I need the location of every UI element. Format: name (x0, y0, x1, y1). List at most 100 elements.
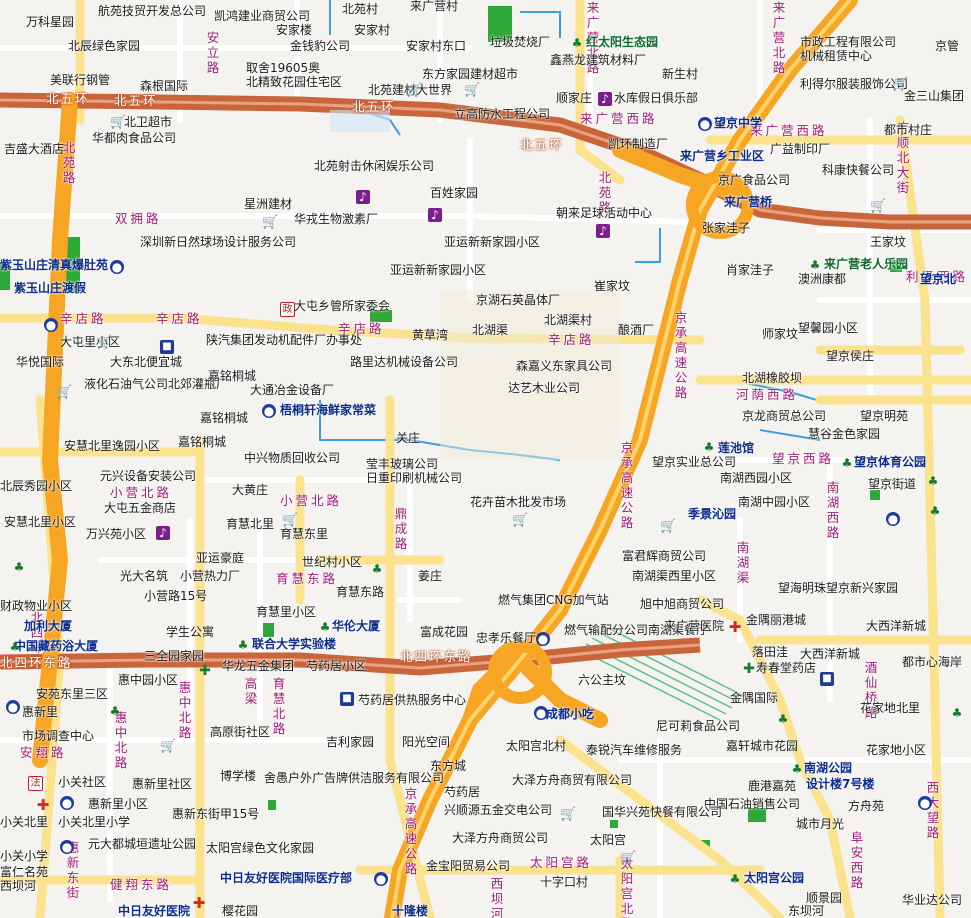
map-label[interactable]: 樱花园 (222, 905, 258, 918)
map-label[interactable]: 达艺木业公司 (508, 382, 580, 395)
hospital-icon[interactable]: ✚ (728, 620, 742, 635)
map-label[interactable]: 设计楼7号楼 (806, 778, 874, 791)
subway-icon[interactable]: ● (60, 840, 74, 854)
map-label[interactable]: 嘉铭桐城 (200, 412, 248, 425)
map-label[interactable]: 阳光空间 (402, 736, 450, 749)
map-label[interactable]: 城市月光 (796, 818, 844, 831)
park-icon[interactable]: ♣ (840, 456, 854, 470)
subway-icon[interactable]: ● (6, 700, 20, 714)
map-label[interactable]: 华戎生物激素厂 (294, 213, 378, 226)
map-label[interactable]: 酿酒厂 (618, 324, 654, 337)
subway-icon[interactable]: ● (262, 404, 276, 418)
music-icon[interactable]: ♪ (428, 208, 442, 222)
map-label[interactable]: 望馨园小区 (798, 322, 858, 335)
map-label[interactable]: 北湖橡胶坝 (742, 372, 802, 385)
park-icon[interactable]: ♣ (8, 640, 22, 654)
map-label[interactable]: 关庄 (396, 432, 420, 445)
hospital-icon[interactable]: ✚ (36, 798, 50, 813)
map-label[interactable]: 莲池馆 (718, 442, 754, 455)
pharmacy-icon[interactable]: ✚ (742, 662, 756, 676)
building-icon[interactable]: ■ (820, 672, 834, 686)
map-label[interactable]: 来广营村 (410, 0, 458, 13)
map-label[interactable]: 光大名筑 (120, 570, 168, 583)
map-label[interactable]: 惠新里社区 (132, 778, 192, 791)
map-label[interactable]: 张家洼子 (702, 222, 750, 235)
subway-icon[interactable]: ● (60, 796, 74, 810)
map-label[interactable]: 小营热力厂 (180, 570, 240, 583)
map-label[interactable]: 北卫超市 (124, 116, 172, 129)
map-label[interactable]: 惠新东街甲15号 (172, 808, 259, 821)
shop-icon[interactable]: 🛒 (892, 78, 908, 92)
park-icon[interactable]: ♣ (370, 562, 384, 576)
map-label[interactable]: 芍药居小区 (306, 660, 366, 673)
map-label[interactable]: 路里达机械设备公司 (350, 356, 458, 369)
park-icon[interactable]: ♣ (790, 762, 804, 776)
map-label[interactable]: 都市村庄 (884, 124, 932, 137)
map-label[interactable]: 成都小吃 (546, 708, 594, 721)
shop-icon[interactable]: 🛒 (160, 740, 176, 754)
map-label[interactable]: 尼可莉食品公司 (656, 720, 740, 733)
map-label[interactable]: 来广营桥 (724, 196, 772, 209)
map-label[interactable]: 凯鸿建业商贸公司 (214, 10, 310, 23)
map-label[interactable]: 亚运豪庭 (196, 552, 244, 565)
map-label[interactable]: 南湖中园小区 (738, 496, 810, 509)
map-label[interactable]: 安苑东里三区 (36, 688, 108, 701)
map-label[interactable]: 来广营老人乐园 (824, 258, 908, 271)
map-label[interactable]: 学生公寓 (166, 626, 214, 639)
map-label[interactable]: 新生村 (662, 68, 698, 81)
park-icon[interactable]: ♣ (950, 706, 964, 720)
map-label[interactable]: 芍药居供热服务中心 (358, 694, 466, 707)
map-label[interactable]: 花家地小区 (866, 744, 926, 757)
shop-icon[interactable]: 🛒 (620, 852, 636, 866)
map-label[interactable]: 万科星园 (26, 16, 74, 29)
shop-icon[interactable]: 🛒 (870, 200, 886, 214)
map-label[interactable]: 舍愚户外广告牌供洁服务有限公司 (264, 772, 444, 785)
map-label[interactable]: 小关小学 (0, 850, 48, 863)
map-label[interactable]: 望京实业总公司 (652, 456, 736, 469)
map-label[interactable]: 京龙商贸总公司 (742, 410, 826, 423)
map-label[interactable]: 金三山集团 (904, 90, 964, 103)
map-label[interactable]: 六公主坟 (578, 674, 626, 687)
music-icon[interactable]: ♪ (356, 190, 370, 204)
map-label[interactable]: 鑫燕龙建筑材料厂 (550, 54, 646, 67)
map-label[interactable]: 华业达公司 (902, 894, 962, 907)
map-label[interactable]: 京广食品公司 (718, 174, 790, 187)
map-label[interactable]: 北苑村 (342, 3, 378, 16)
hospital-icon[interactable]: ✚ (192, 896, 206, 911)
map-label[interactable]: 北精致花园住宅区 (246, 76, 342, 89)
map-label[interactable]: 嘉轩城市花园 (726, 740, 798, 753)
map-label[interactable]: 大屯乡管所家委会 (294, 300, 390, 313)
map-label[interactable]: 液化石油气公司北郊灌瓶厂 (84, 378, 228, 391)
map-label[interactable]: 惠新里小区 (88, 798, 148, 811)
map-label[interactable]: 亚运新新家园小区 (390, 264, 486, 277)
map-label[interactable]: 华伦大厦 (332, 620, 380, 633)
shop-icon[interactable]: 🛒 (560, 808, 576, 822)
map-label[interactable]: 立高防水工程公司 (454, 108, 550, 121)
map-label[interactable]: 育慧东路 (336, 586, 384, 599)
map-label[interactable]: 航苑技贸开发总公司 (98, 5, 206, 18)
shop-icon[interactable]: 🛒 (96, 336, 112, 350)
map-label[interactable]: 望京明苑 (860, 410, 908, 423)
building-icon[interactable]: ■ (340, 692, 354, 706)
map-label[interactable]: 中兴物质回收公司 (244, 452, 340, 465)
map-label[interactable]: 十字口村 (540, 876, 588, 889)
map-label[interactable]: 南湖西园小区 (720, 472, 792, 485)
music-icon[interactable]: ♪ (596, 224, 610, 238)
map-label[interactable]: 京湖石英晶体厂 (476, 294, 560, 307)
map-label[interactable]: 嘉铭桐城 (178, 436, 226, 449)
map-label[interactable]: 星洲建材 (244, 198, 292, 211)
map-label[interactable]: 吉利家园 (326, 736, 374, 749)
map-label[interactable]: 黄草湾 (412, 329, 448, 342)
map-label[interactable]: 落田洼 (752, 646, 788, 659)
map-label[interactable]: 望京中学 (714, 117, 762, 130)
map-label[interactable]: 东坝河 (788, 905, 824, 918)
map-label[interactable]: 都市心海岸 (902, 656, 962, 669)
map-label[interactable]: 金宝阳贸易公司 (426, 860, 510, 873)
map-label[interactable]: 红太阳生态园 (586, 36, 658, 49)
map-label[interactable]: 加利大厦 (24, 620, 72, 633)
map-label[interactable]: 三全园家园 (144, 650, 204, 663)
park-icon[interactable]: ♣ (12, 560, 26, 574)
map-label[interactable]: 博学楼 (220, 770, 256, 783)
map-label[interactable]: 小关北里小学 (58, 816, 130, 829)
map-label[interactable]: 师家坟 (762, 328, 798, 341)
